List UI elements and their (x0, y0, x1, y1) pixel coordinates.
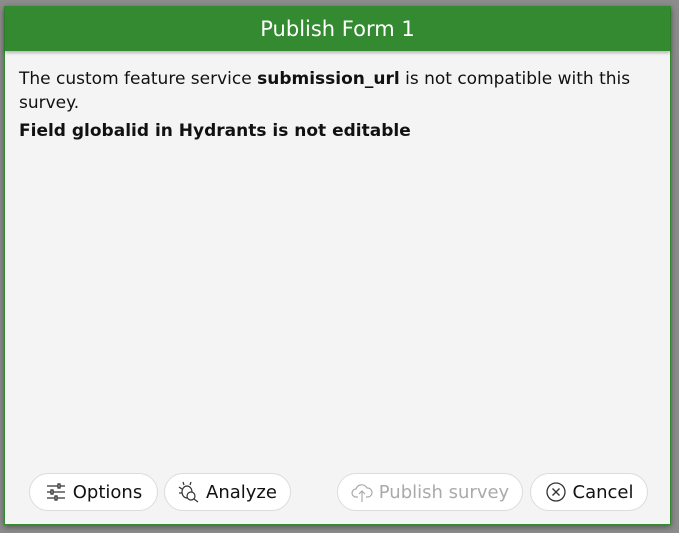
options-button[interactable]: Options (29, 473, 158, 511)
x-circle-icon (545, 482, 566, 502)
dialog-header: Publish Form 1 (5, 6, 670, 51)
bug-search-icon (178, 481, 199, 503)
publish-dialog: Publish Form 1 The custom feature servic… (4, 6, 671, 525)
error-message: Field globalid in Hydrants is not editab… (19, 121, 411, 141)
cancel-button[interactable]: Cancel (530, 473, 648, 511)
dialog-body: The custom feature service submission_ur… (5, 51, 670, 143)
cloud-upload-icon (351, 484, 373, 502)
sliders-icon (46, 483, 65, 501)
compatibility-message: The custom feature service submission_ur… (19, 69, 631, 113)
analyze-button[interactable]: Analyze (164, 473, 291, 511)
publish-survey-button[interactable]: Publish survey (337, 473, 523, 511)
dialog-title: Publish Form 1 (260, 16, 415, 41)
